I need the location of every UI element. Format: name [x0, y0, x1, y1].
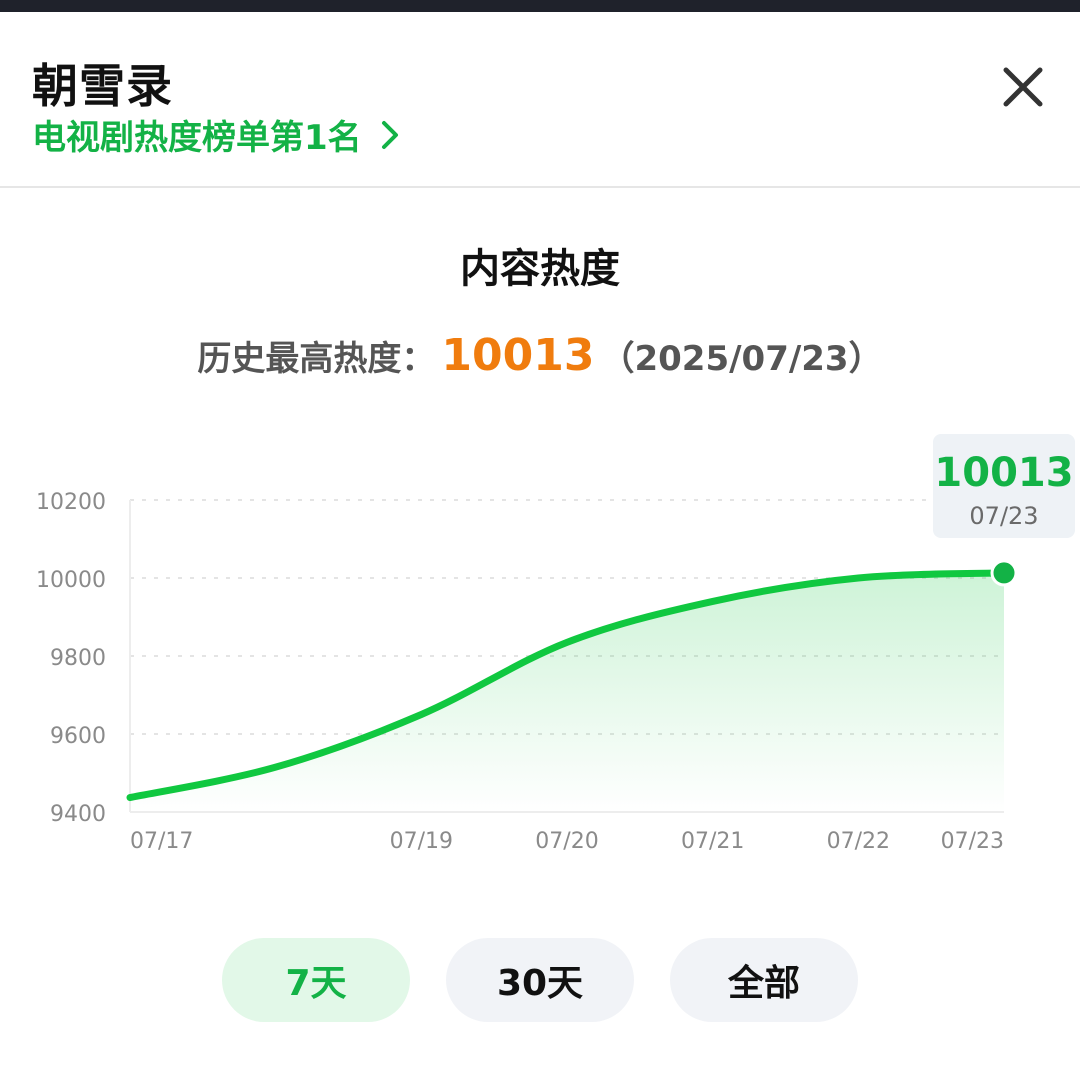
- chart-area: [130, 572, 1004, 812]
- heat-chart[interactable]: 9400 9600 9800 10000 10200 07/17 07/19 07/20 07…: [0, 420, 1080, 860]
- tab-7-days[interactable]: 7天: [222, 938, 410, 1022]
- x-tick-label: 07/23: [941, 829, 1004, 854]
- rank-link-label: 电视剧热度榜单第1名: [32, 118, 362, 158]
- tab-all-label: 全部: [727, 963, 800, 1004]
- tab-30-days-label: 30天: [496, 963, 584, 1004]
- y-tick-label: 9400: [50, 802, 106, 827]
- tab-30-days[interactable]: 30天: [446, 938, 634, 1022]
- tooltip-value: 10013: [934, 450, 1073, 496]
- y-tick-label: 9800: [50, 646, 106, 671]
- header: 朝雪录 电视剧热度榜单第1名: [0, 12, 1080, 188]
- y-tick-label: 10200: [36, 490, 106, 515]
- y-tick-label: 10000: [36, 568, 106, 593]
- x-tick-label: 07/22: [827, 829, 890, 854]
- x-tick-label: 07/21: [681, 829, 744, 854]
- peak-heat-date: （2025/07/23）: [600, 339, 883, 379]
- range-tabs: 7天 30天 全部: [0, 938, 1080, 1022]
- tab-all[interactable]: 全部: [670, 938, 858, 1022]
- tooltip-date: 07/23: [969, 502, 1038, 530]
- tooltip: 10013 07/23: [933, 434, 1075, 538]
- x-tick-label: 07/17: [130, 829, 193, 854]
- page-title: 朝雪录: [32, 59, 173, 113]
- peak-heat-value: 10013: [441, 330, 595, 381]
- status-bar: [0, 0, 1080, 12]
- rank-link[interactable]: 电视剧热度榜单第1名: [32, 110, 404, 159]
- x-tick-label: 07/20: [535, 829, 598, 854]
- peak-heat-label: 历史最高热度：: [197, 339, 436, 379]
- peak-heat-row: 历史最高热度： 10013 （2025/07/23）: [0, 330, 1080, 381]
- tab-7-days-label: 7天: [285, 963, 347, 1004]
- y-tick-label: 9600: [50, 724, 106, 749]
- section-title: 内容热度: [460, 246, 620, 292]
- close-icon[interactable]: [996, 60, 1050, 114]
- data-point-highlight[interactable]: [990, 559, 1018, 587]
- chevron-right-icon: [381, 120, 398, 149]
- x-tick-label: 07/19: [390, 829, 453, 854]
